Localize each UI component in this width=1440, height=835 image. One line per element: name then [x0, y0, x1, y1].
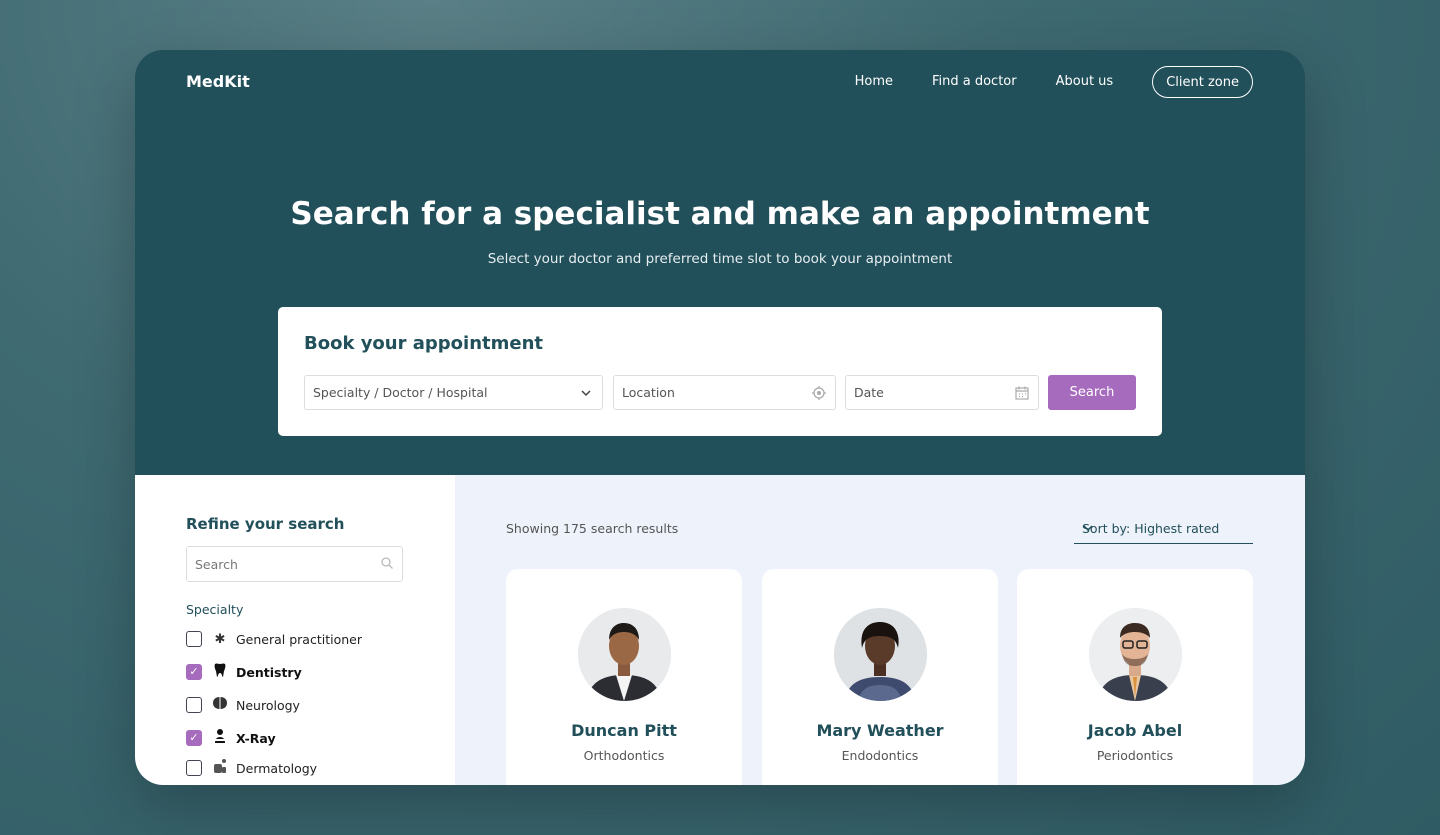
nav-find-doctor[interactable]: Find a doctor: [932, 66, 1017, 98]
booking-title: Book your appointment: [304, 333, 544, 354]
location-placeholder: Location: [622, 385, 675, 400]
doctor-avatar: [833, 608, 927, 701]
chevron-down-icon: [1082, 521, 1245, 538]
specialty-item-label: Dermatology: [236, 760, 318, 776]
specialty-item-x-ray[interactable]: ✓ X-Ray: [186, 728, 426, 748]
specialty-item-label: Neurology: [236, 697, 300, 713]
sort-dropdown[interactable]: Sort by: Highest rated: [1074, 513, 1253, 544]
date-input[interactable]: Date: [845, 375, 1039, 410]
client-zone-button[interactable]: Client zone: [1152, 66, 1253, 98]
checkbox-checked[interactable]: ✓: [186, 664, 202, 680]
nav-about-us[interactable]: About us: [1056, 66, 1114, 98]
results-panel: Showing 175 search results Sort by: High…: [455, 475, 1305, 785]
refine-title: Refine your search: [186, 515, 345, 533]
asterisk-icon: ✱: [214, 631, 226, 647]
doctor-card[interactable]: Jacob Abel Periodontics: [1017, 569, 1253, 785]
app-window: MedKit Home Find a doctor About us Clien…: [135, 50, 1305, 785]
doctor-name: Mary Weather: [816, 721, 944, 740]
search-icon: [380, 556, 394, 573]
calendar-icon[interactable]: [1014, 385, 1030, 401]
doctor-card[interactable]: Mary Weather Endodontics: [762, 569, 998, 785]
checkbox[interactable]: [186, 631, 202, 647]
logo[interactable]: MedKit: [186, 72, 250, 91]
checkbox[interactable]: [186, 760, 202, 776]
sidebar-search-placeholder: Search: [195, 556, 238, 572]
specialty-item-label: General practitioner: [236, 631, 362, 647]
doctor-card[interactable]: Duncan Pitt Orthodontics: [506, 569, 742, 785]
doctor-avatar: [577, 608, 671, 701]
nav-links: Home Find a doctor About us Client zone: [855, 66, 1253, 98]
hero-title: Search for a specialist and make an appo…: [290, 196, 1150, 232]
results-count: Showing 175 search results: [506, 521, 679, 536]
sidebar-search-input[interactable]: Search: [186, 546, 403, 582]
specialty-item-dermatology[interactable]: Dermatology: [186, 758, 426, 778]
booking-card: Book your appointment Specialty / Doctor…: [278, 307, 1162, 436]
specialty-item-neurology[interactable]: Neurology: [186, 695, 426, 715]
specialty-item-general-practitioner[interactable]: ✱ General practitioner: [186, 629, 426, 649]
hero-subtitle: Select your doctor and preferred time sl…: [487, 251, 953, 267]
chevron-down-icon: [578, 385, 594, 401]
brain-icon: [212, 695, 228, 715]
locate-icon[interactable]: [811, 385, 827, 401]
checkbox[interactable]: [186, 697, 202, 713]
specialty-select[interactable]: Specialty / Doctor / Hospital: [304, 375, 603, 410]
top-navigation: MedKit Home Find a doctor About us Clien…: [135, 50, 1305, 114]
xray-icon: [212, 728, 228, 748]
specialty-item-label: Dentistry: [236, 664, 302, 680]
doctor-name: Jacob Abel: [1087, 721, 1183, 740]
specialty-select-value: Specialty / Doctor / Hospital: [313, 385, 488, 400]
specialty-item-label: X-Ray: [236, 730, 276, 746]
skin-icon: [212, 758, 228, 778]
location-input[interactable]: Location: [613, 375, 836, 410]
nav-home[interactable]: Home: [855, 66, 893, 98]
specialty-item-dentistry[interactable]: ✓ Dentistry: [186, 662, 426, 682]
search-button[interactable]: Search: [1048, 375, 1136, 410]
specialty-label: Specialty: [186, 602, 244, 617]
date-placeholder: Date: [854, 385, 884, 400]
tooth-icon: [212, 662, 228, 682]
doctor-avatar: [1088, 608, 1182, 701]
doctor-specialty: Periodontics: [1096, 748, 1174, 763]
doctor-specialty: Orthodontics: [583, 748, 665, 763]
doctor-specialty: Endodontics: [841, 748, 919, 763]
filter-sidebar: Refine your search Search Specialty ✱ Ge…: [135, 475, 455, 785]
doctor-name: Duncan Pitt: [571, 721, 677, 740]
checkbox-checked[interactable]: ✓: [186, 730, 202, 746]
